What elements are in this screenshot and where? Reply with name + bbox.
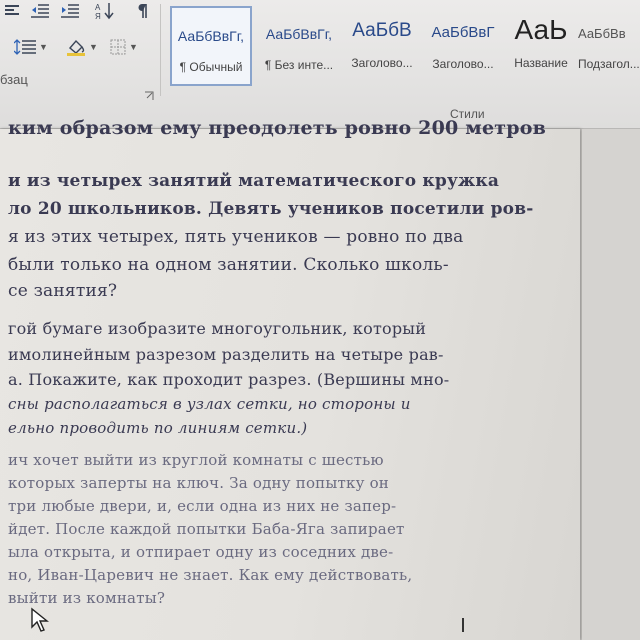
style-heading-1[interactable]: АаБбВ Заголово... xyxy=(344,6,420,86)
mouse-cursor-icon xyxy=(30,607,50,633)
text-line: ким образом ему преодолеть ровно 200 мет… xyxy=(8,117,546,139)
align-left-icon[interactable] xyxy=(2,0,22,22)
shading-icon[interactable]: ▼ xyxy=(64,36,100,58)
style-name: Заголово... xyxy=(432,57,494,71)
styles-gallery: АаБбВвГг, ¶ Обычный АаБбВвГг, ¶ Без инте… xyxy=(168,4,640,94)
svg-text:А: А xyxy=(95,3,101,12)
text-line: а. Покажите, как проходит разрез. (Верши… xyxy=(8,370,450,389)
text-line: три любые двери, и, если одна из них не … xyxy=(8,497,397,515)
style-heading-2[interactable]: АаБбВвГ Заголово... xyxy=(424,6,502,86)
text-line: я из этих четырех, пять учеников — ровно… xyxy=(8,227,464,247)
text-line: йдет. После каждой попытки Баба-Яга запи… xyxy=(8,520,405,538)
style-normal[interactable]: АаБбВвГг, ¶ Обычный xyxy=(170,6,252,86)
indent-decrease-icon[interactable] xyxy=(28,0,52,22)
text-line: которых заперты на ключ. За одну попытку… xyxy=(8,474,390,492)
style-name: Заголово... xyxy=(351,56,413,70)
borders-icon[interactable]: ▼ xyxy=(106,36,142,58)
style-name: Подзагол... xyxy=(578,57,640,71)
text-line: сны располагаться в узлах сетки, но стор… xyxy=(8,395,411,413)
text-line: ич хочет выйти из круглой комнаты с шест… xyxy=(8,451,384,469)
text-line: се занятия? xyxy=(8,281,118,301)
style-sample: АаЬ xyxy=(514,14,568,45)
style-name: ¶ Без инте... xyxy=(264,58,334,72)
text-line: выйти из комнаты? xyxy=(8,589,166,607)
indent-increase-icon[interactable] xyxy=(58,0,82,22)
style-sample: АаБбВ xyxy=(352,20,412,41)
style-subtitle[interactable]: АаБбВв Подзагол... xyxy=(578,6,640,86)
text-line: ло 20 школьников. Девять учеников посети… xyxy=(8,199,534,219)
style-sample: АаБбВвГ xyxy=(431,24,495,41)
text-line: и из четырех занятий математического кру… xyxy=(8,171,500,191)
style-sample: АаБбВвГг, xyxy=(265,26,333,42)
dialog-launcher-icon[interactable] xyxy=(144,88,154,100)
svg-text:Я: Я xyxy=(95,12,101,20)
sort-icon[interactable]: АЯ xyxy=(92,0,118,22)
text-line: ыла открыта, и отпирает одну из соседних… xyxy=(8,543,394,561)
text-line: имолинейным разрезом разделить на четыре… xyxy=(8,345,444,364)
text-line: гой бумаге изобразите многоугольник, кот… xyxy=(8,319,427,338)
style-name: Название xyxy=(514,56,568,70)
style-sample: АаБбВв xyxy=(578,26,626,41)
document-area: ким образом ему преодолеть ровно 200 мет… xyxy=(0,117,640,640)
style-no-spacing[interactable]: АаБбВвГг, ¶ Без инте... xyxy=(256,6,342,86)
text-line: ельно проводить по линиям сетки.) xyxy=(8,419,308,437)
line-spacing-icon[interactable]: ▼ xyxy=(6,36,56,58)
text-line: но, Иван-Царевич не знает. Как ему дейст… xyxy=(8,566,413,584)
style-title[interactable]: АаЬ Название xyxy=(504,6,578,86)
text-line: были только на одном занятии. Сколько шк… xyxy=(8,255,449,275)
ribbon: АЯ ▼ ▼ ▼ бзац АаБбВвГг, ¶ Обычный АаБбВв… xyxy=(0,0,640,129)
pilcrow-icon[interactable] xyxy=(132,0,154,22)
paragraph-group-label: бзац xyxy=(0,72,28,87)
ribbon-divider xyxy=(160,4,161,96)
page-margin-area xyxy=(582,129,640,640)
style-name: ¶ Обычный xyxy=(179,60,243,74)
style-sample: АаБбВвГг, xyxy=(177,28,245,44)
document-page[interactable]: ким образом ему преодолеть ровно 200 мет… xyxy=(0,117,580,640)
text-caret xyxy=(462,618,464,632)
